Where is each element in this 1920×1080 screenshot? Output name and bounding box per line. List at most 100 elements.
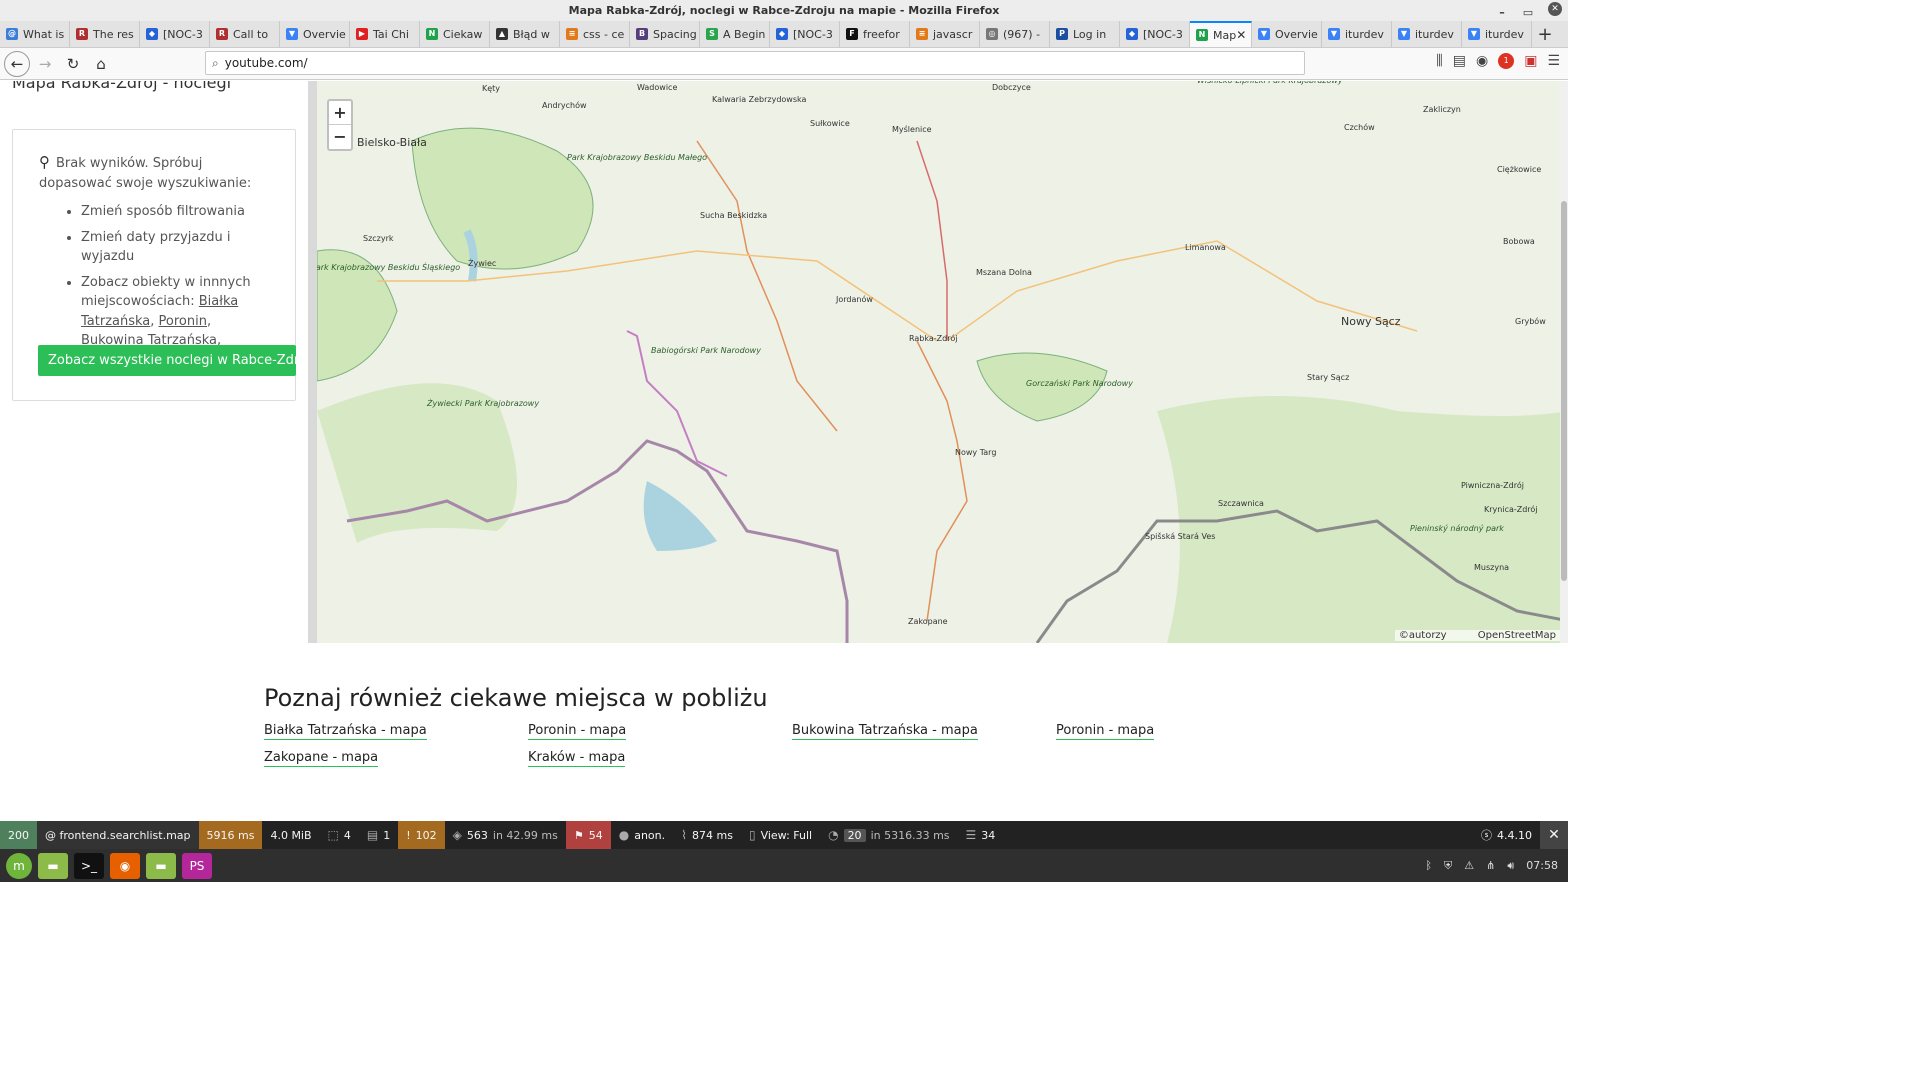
volume-icon[interactable]: 🔊︎: [1507, 859, 1514, 873]
nearby-section: Poznaj również ciekawe miejsca w pobliżu: [264, 684, 768, 724]
back-button[interactable]: ←: [4, 50, 30, 77]
scrollbar-thumb[interactable]: [1561, 201, 1567, 581]
shield-icon[interactable]: ⛨: [1444, 859, 1452, 873]
browser-tab[interactable]: ▲ Błąd w: [490, 21, 560, 47]
nearby-link[interactable]: Bukowina Tatrzańska - mapa: [792, 723, 978, 740]
window-close-icon[interactable]: ✕: [1548, 2, 1562, 16]
nearby-link[interactable]: Poronin - mapa: [528, 723, 627, 740]
url-bar[interactable]: ⌕: [205, 51, 1305, 75]
browser-tab[interactable]: S A Begin: [700, 21, 770, 47]
translations-item[interactable]: ⚑ 54: [565, 821, 611, 849]
forward-button[interactable]: →: [32, 51, 58, 77]
memory-item[interactable]: 4.0 MiB: [262, 821, 319, 849]
menu-icon[interactable]: ☰: [1547, 53, 1560, 69]
place-link-poronin[interactable]: Poronin: [159, 314, 207, 329]
browser-tab[interactable]: ▼ iturdev: [1462, 21, 1532, 47]
browser-tab[interactable]: @ What is: [0, 21, 70, 47]
alert-icon[interactable]: ⚠: [1464, 859, 1474, 872]
browser-tab[interactable]: ▼ Overvie: [1252, 21, 1322, 47]
view-item[interactable]: ▯ View: Full: [741, 821, 820, 849]
new-tab-button[interactable]: +: [1532, 21, 1558, 47]
map-tiles: [317, 81, 1560, 643]
tab-label: Call to: [233, 27, 269, 41]
cache-item[interactable]: ◈ 563 in 42.99 ms: [445, 821, 566, 849]
tab-label: Overvie: [1275, 27, 1318, 41]
browser-tab[interactable]: ◆ [NOC-3: [140, 21, 210, 47]
map-place-label: Jordanów: [836, 295, 873, 304]
attribution-authors-link[interactable]: ©autorzy: [1399, 630, 1447, 641]
time-item[interactable]: 5916 ms: [198, 821, 263, 849]
mint-menu-icon[interactable]: m: [6, 852, 32, 879]
page-scrollbar[interactable]: [1560, 81, 1568, 643]
attribution-osm-link[interactable]: OpenStreetMap: [1478, 630, 1556, 641]
browser-tab[interactable]: ◆ [NOC-3: [1120, 21, 1190, 47]
browser-tab[interactable]: R The res: [70, 21, 140, 47]
search-icon: ⌕: [212, 55, 219, 70]
browser-tab[interactable]: ▼ iturdev: [1392, 21, 1462, 47]
map-place-label: Sucha Beskidzka: [700, 211, 768, 220]
route-item[interactable]: @ frontend.searchlist.map: [37, 821, 199, 849]
account-icon[interactable]: ◉: [1476, 53, 1488, 69]
maximize-icon[interactable]: ▭: [1522, 2, 1534, 23]
folder-icon[interactable]: ▬: [38, 852, 68, 879]
browser-tab[interactable]: ◆ [NOC-3: [770, 21, 840, 47]
forms-item[interactable]: ⬚ 4: [320, 821, 359, 849]
extension-icon[interactable]: ▣: [1524, 53, 1537, 69]
logs-item[interactable]: ▤ 1: [359, 821, 398, 849]
map-place-label: Park Krajobrazowy Beskidu Śląskiego: [311, 263, 461, 272]
see-all-accommodation-button[interactable]: Zobacz wszystkie noclegi w Rabce-Zdroju: [38, 345, 296, 376]
phpstorm-icon[interactable]: PS: [182, 852, 212, 879]
sidebar-icon[interactable]: ▤: [1453, 53, 1466, 69]
adblock-icon[interactable]: 1: [1498, 53, 1515, 69]
queries-item[interactable]: ◔ 20 in 5316.33 ms: [820, 821, 957, 849]
map-place-label: Kęty: [482, 84, 501, 93]
home-button[interactable]: ⌂: [88, 51, 114, 77]
browser-tab[interactable]: N Ciekaw: [420, 21, 490, 47]
map-view[interactable]: Wadowice Kalwaria Zebrzydowska Dobczyce Kęt…: [308, 81, 1560, 643]
user-item[interactable]: ● anon.: [611, 821, 673, 849]
browser-tab[interactable]: ▶ Tai Chi: [350, 21, 420, 47]
toolbar-close-icon[interactable]: ✕: [1540, 821, 1568, 849]
browser-tab[interactable]: ◎ (967) -: [980, 21, 1050, 47]
browser-tab[interactable]: B Spacing: [630, 21, 700, 47]
search-icon: ⚲: [39, 153, 50, 171]
browser-tab[interactable]: P Log in: [1050, 21, 1120, 47]
browser-tab[interactable]: ▼ iturdev: [1322, 21, 1392, 47]
nearby-link[interactable]: Kraków - mapa: [528, 750, 626, 767]
symfony-version-item[interactable]: ⓢ 4.4.10: [1473, 821, 1540, 849]
map-place-label: Szczyrk: [363, 234, 394, 243]
url-input[interactable]: [224, 56, 1225, 70]
map-place-label: Grybów: [1515, 317, 1546, 326]
page-content: Mapa Rabka-Zdrój - noclegi ⚲ Brak wyników…: [0, 81, 1568, 819]
bluetooth-icon[interactable]: ᛒ: [1425, 859, 1432, 872]
browser-tab[interactable]: R Call to: [210, 21, 280, 47]
warnings-item[interactable]: ! 102: [398, 821, 445, 849]
tab-favicon-icon: R: [216, 28, 228, 40]
clock[interactable]: 07:58: [1526, 859, 1558, 872]
tab-label: javascr: [933, 27, 973, 41]
reload-button[interactable]: ↻: [60, 51, 86, 77]
nearby-link[interactable]: Białka Tatrzańska - mapa: [264, 723, 427, 740]
browser-tab[interactable]: N Map ✕: [1190, 21, 1252, 47]
terminal-icon[interactable]: >_: [74, 852, 104, 879]
firefox-icon[interactable]: ◉: [110, 852, 140, 879]
os-taskbar: m ▬ >_ ◉ ▬ PS ᛒ ⛨ ⚠ ⋔ 🔊︎ 07:58: [0, 849, 1568, 882]
map-place-label: Nowy Targ: [955, 448, 997, 457]
zoom-out-button[interactable]: −: [329, 125, 351, 149]
files-icon[interactable]: ▬: [146, 852, 176, 879]
browser-tab[interactable]: ≡ css - ce: [560, 21, 630, 47]
browser-tab[interactable]: Ffreefor: [840, 21, 910, 47]
browser-tab[interactable]: ≡ javascr: [910, 21, 980, 47]
tab-close-icon[interactable]: ✕: [1236, 28, 1246, 42]
network-icon[interactable]: ⋔: [1486, 859, 1495, 872]
minimize-icon[interactable]: –: [1496, 2, 1508, 23]
library-icon[interactable]: ⫼: [1436, 53, 1442, 69]
browser-tab[interactable]: ▼ Overvie: [280, 21, 350, 47]
db-item[interactable]: ☰ 34: [958, 821, 1004, 849]
zoom-in-button[interactable]: +: [329, 101, 351, 125]
status-code-badge[interactable]: 200: [0, 821, 37, 849]
twig-item[interactable]: ⌇ 874 ms: [673, 821, 741, 849]
nearby-link[interactable]: Zakopane - mapa: [264, 750, 379, 767]
nearby-link[interactable]: Poronin - mapa: [1056, 723, 1155, 740]
map-place-label: Ciężkowice: [1497, 165, 1542, 174]
